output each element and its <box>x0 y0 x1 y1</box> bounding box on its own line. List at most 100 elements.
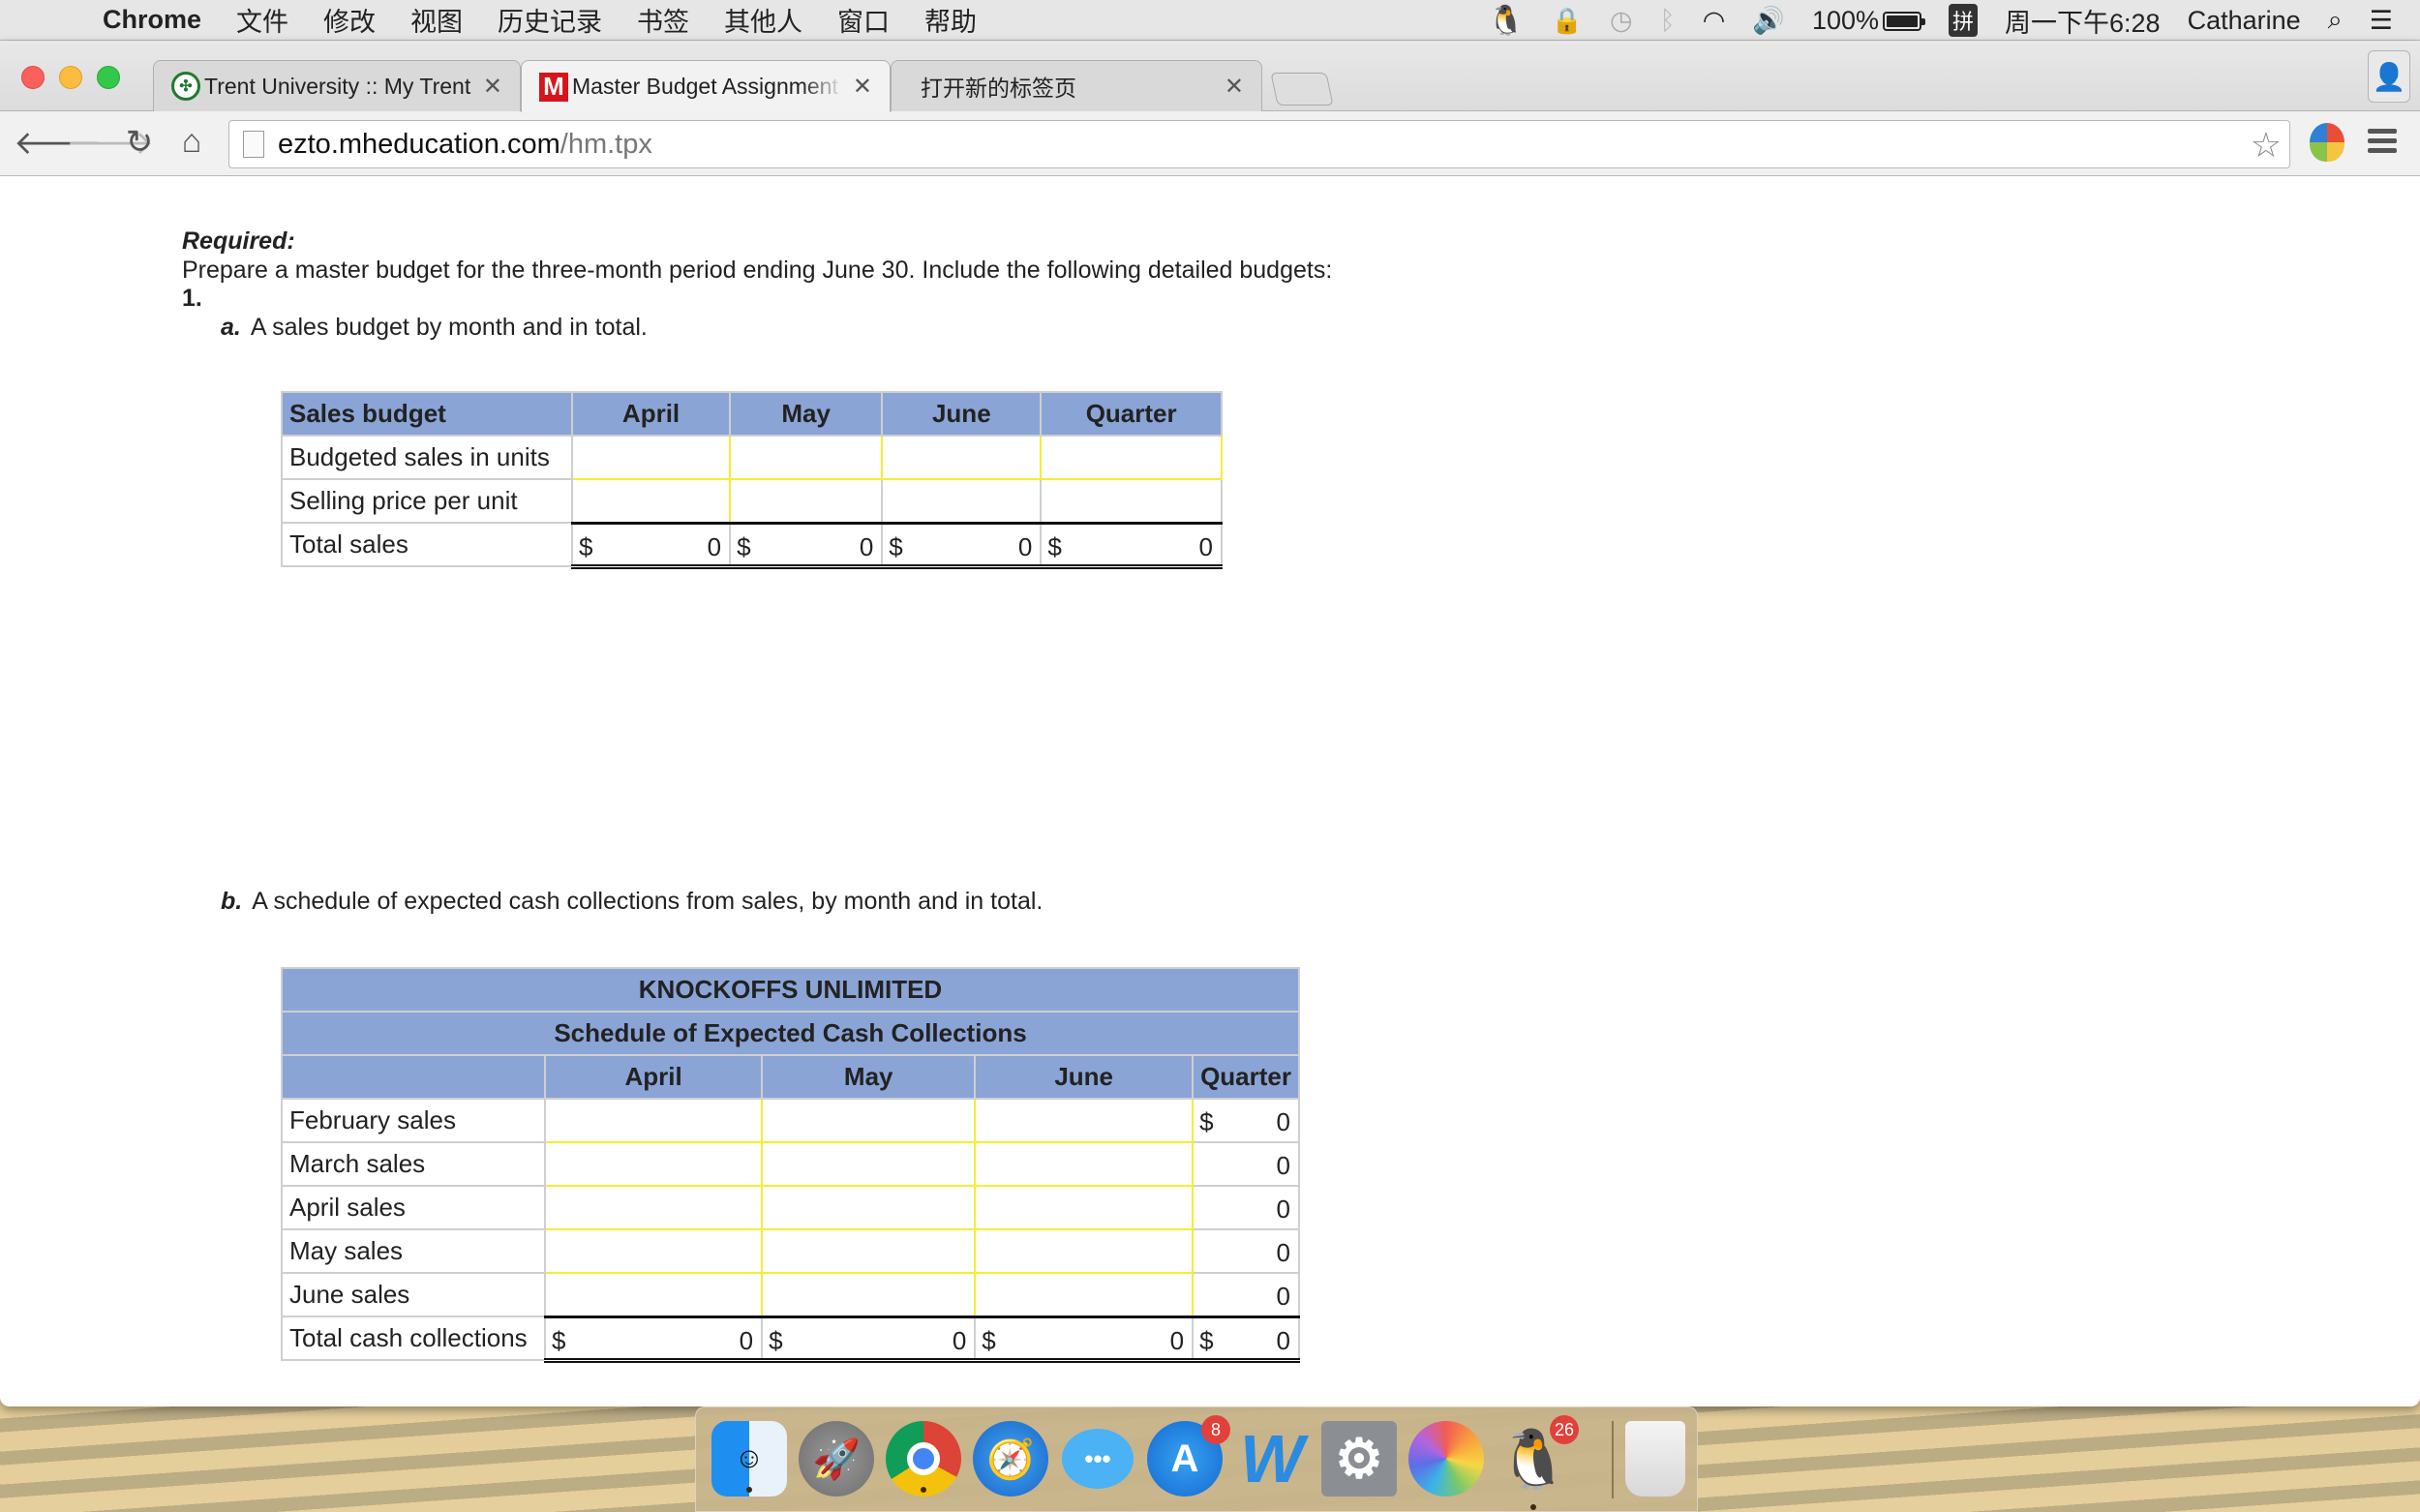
menu-history[interactable]: 历史记录 <box>498 1 602 39</box>
collection-april-cell[interactable] <box>543 1098 764 1143</box>
price-april-input[interactable] <box>573 480 730 521</box>
collection-june-cell[interactable] <box>974 1228 1195 1274</box>
volume-icon[interactable]: 🔊 <box>1752 5 1785 36</box>
units-april-input[interactable] <box>573 438 730 477</box>
units-april-cell[interactable] <box>570 435 732 480</box>
collection-may-input[interactable] <box>763 1188 975 1227</box>
menu-edit[interactable]: 修改 <box>323 1 376 39</box>
menu-people[interactable]: 其他人 <box>724 1 802 39</box>
collection-june-cell[interactable] <box>974 1098 1195 1143</box>
back-button[interactable]: 🡐 <box>14 123 102 163</box>
collection-april-cell[interactable] <box>543 1141 764 1187</box>
menu-file[interactable]: 文件 <box>236 1 288 39</box>
forward-button[interactable]: 🡒 <box>66 123 154 163</box>
company-name: KNOCKOFFS UNLIMITED <box>281 967 1300 1013</box>
menu-help[interactable]: 帮助 <box>924 1 977 39</box>
chrome-menu-button[interactable] <box>2368 129 2397 158</box>
collection-may-input[interactable] <box>763 1274 975 1315</box>
total-collections-june: $0 <box>974 1315 1195 1363</box>
tab-new-tab[interactable]: 打开新的标签页 ✕ <box>891 60 1262 111</box>
tab-master-budget-assignment[interactable]: M Master Budget Assignment ✕ <box>521 60 891 112</box>
close-tab-icon[interactable]: ✕ <box>483 73 502 101</box>
price-april-cell[interactable] <box>570 478 732 524</box>
collection-june-input[interactable] <box>976 1274 1193 1315</box>
collection-april-input[interactable] <box>546 1188 762 1227</box>
value: 0 <box>952 1325 967 1355</box>
dock-word-icon[interactable]: W <box>1234 1421 1310 1497</box>
row-label: April sales <box>281 1185 546 1230</box>
collection-may-cell[interactable] <box>761 1228 977 1274</box>
extension-icon[interactable] <box>2310 123 2344 162</box>
close-tab-icon[interactable]: ✕ <box>1225 73 1244 101</box>
units-june-input[interactable] <box>883 438 1041 477</box>
menu-app-name[interactable]: Chrome <box>103 5 201 35</box>
column-header: May <box>729 391 884 437</box>
clock[interactable]: 周一下午6:28 <box>2005 2 2161 40</box>
dock-app-store-icon[interactable]: A8 <box>1147 1415 1230 1497</box>
collection-april-input[interactable] <box>546 1231 762 1271</box>
dock-launchpad-icon[interactable]: 🚀 <box>799 1421 874 1497</box>
collection-june-input[interactable] <box>976 1101 1193 1140</box>
battery-status[interactable]: 100% <box>1812 6 1925 36</box>
units-may-input[interactable] <box>731 438 882 477</box>
collection-april-input[interactable] <box>546 1101 762 1140</box>
collection-june-input[interactable] <box>976 1231 1193 1271</box>
units-may-cell[interactable] <box>729 435 884 480</box>
dock-finder-icon[interactable]: ☺ <box>711 1421 787 1497</box>
units-june-cell[interactable] <box>881 435 1043 480</box>
dock-trash-icon[interactable] <box>1625 1421 1685 1497</box>
collection-may-input[interactable] <box>763 1144 975 1184</box>
collection-may-cell[interactable] <box>761 1185 977 1230</box>
column-header: May <box>761 1054 977 1100</box>
new-tab-button[interactable] <box>1270 73 1334 106</box>
collection-april-cell[interactable] <box>543 1228 764 1274</box>
dock-chrome-icon[interactable] <box>886 1421 961 1497</box>
vpn-pro-icon[interactable]: 🔒 <box>1552 6 1583 36</box>
collection-may-cell[interactable] <box>761 1272 977 1317</box>
collection-april-cell[interactable] <box>543 1185 764 1230</box>
column-header: Quarter <box>1192 1054 1300 1100</box>
collection-june-input[interactable] <box>976 1188 1193 1227</box>
spotlight-search-icon[interactable]: ⌕ <box>2328 5 2343 36</box>
close-window-button[interactable] <box>21 66 45 89</box>
minimize-window-button[interactable] <box>59 66 82 89</box>
notification-center-icon[interactable]: ☰ <box>2370 6 2393 36</box>
collection-april-input[interactable] <box>546 1274 762 1315</box>
collection-may-input[interactable] <box>763 1101 975 1140</box>
menu-view[interactable]: 视图 <box>410 1 463 39</box>
profile-button[interactable]: 👤 <box>2368 50 2410 103</box>
menu-window[interactable]: 窗口 <box>837 1 890 39</box>
collection-june-cell[interactable] <box>974 1141 1195 1187</box>
home-button[interactable]: ⌂ <box>172 123 211 161</box>
dock-messages-icon[interactable]: ••• <box>1060 1421 1135 1497</box>
input-method-icon[interactable]: 拼 <box>1949 4 1979 37</box>
collection-june-cell[interactable] <box>974 1185 1195 1230</box>
collection-april-cell[interactable] <box>543 1272 764 1317</box>
running-indicator <box>1530 1504 1536 1510</box>
collection-april-input[interactable] <box>546 1144 762 1184</box>
dock-system-preferences-icon[interactable]: ⚙ <box>1321 1421 1397 1497</box>
collection-june-cell[interactable] <box>974 1272 1195 1317</box>
bookmark-star-icon[interactable]: ☆ <box>2251 125 2282 166</box>
tab-trent-university[interactable]: ✣ Trent University :: My Trent ✕ <box>153 60 521 111</box>
time-machine-icon[interactable]: ◷ <box>1610 6 1633 36</box>
wifi-icon[interactable]: ◠ <box>1703 6 1726 36</box>
dock-photos-icon[interactable] <box>1408 1421 1484 1497</box>
collection-may-cell[interactable] <box>761 1098 977 1143</box>
dock-safari-icon[interactable]: 🧭 <box>973 1421 1048 1497</box>
menu-bookmarks[interactable]: 书签 <box>637 1 689 39</box>
reload-button[interactable]: ↻ <box>120 123 159 162</box>
units-quarter-input[interactable] <box>1042 438 1221 477</box>
address-bar[interactable]: ezto.mheducation.com/hm.tpx ☆ <box>228 120 2290 168</box>
cash-collections-table: KNOCKOFFS UNLIMITED Schedule of Expected… <box>281 967 1300 1363</box>
zoom-window-button[interactable] <box>97 66 120 89</box>
units-quarter-cell[interactable] <box>1040 435 1223 480</box>
dock-qq-icon[interactable]: 🐧 26 <box>1496 1415 1579 1510</box>
collection-june-input[interactable] <box>976 1144 1193 1184</box>
collection-may-cell[interactable] <box>761 1141 977 1187</box>
user-name[interactable]: Catharine <box>2188 6 2301 36</box>
bluetooth-icon[interactable]: ᛒ <box>1660 6 1676 36</box>
collection-may-input[interactable] <box>763 1231 975 1271</box>
qq-status-icon[interactable]: 🐧 <box>1488 4 1524 38</box>
close-tab-icon[interactable]: ✕ <box>853 73 872 101</box>
